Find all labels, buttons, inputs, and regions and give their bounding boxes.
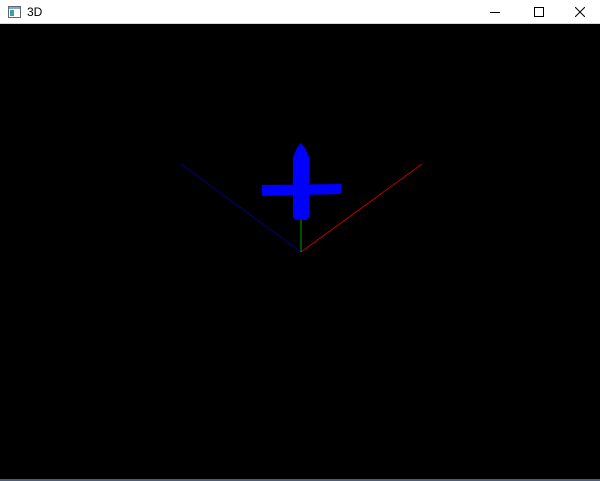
z-axis-line <box>180 163 302 253</box>
maximize-button[interactable] <box>516 0 562 23</box>
window-app-icon[interactable] <box>8 5 21 18</box>
window-title: 3D <box>27 5 43 19</box>
title-bar[interactable]: 3D <box>0 0 600 24</box>
maximize-icon <box>534 6 544 17</box>
3d-viewport[interactable] <box>0 24 600 479</box>
close-button[interactable] <box>560 0 600 23</box>
plane-model[interactable] <box>262 143 341 220</box>
minimize-button[interactable] <box>472 0 518 23</box>
app-window: 3D <box>0 0 600 481</box>
minimize-icon <box>490 7 500 17</box>
x-axis-line <box>300 163 423 253</box>
close-icon <box>575 6 585 17</box>
